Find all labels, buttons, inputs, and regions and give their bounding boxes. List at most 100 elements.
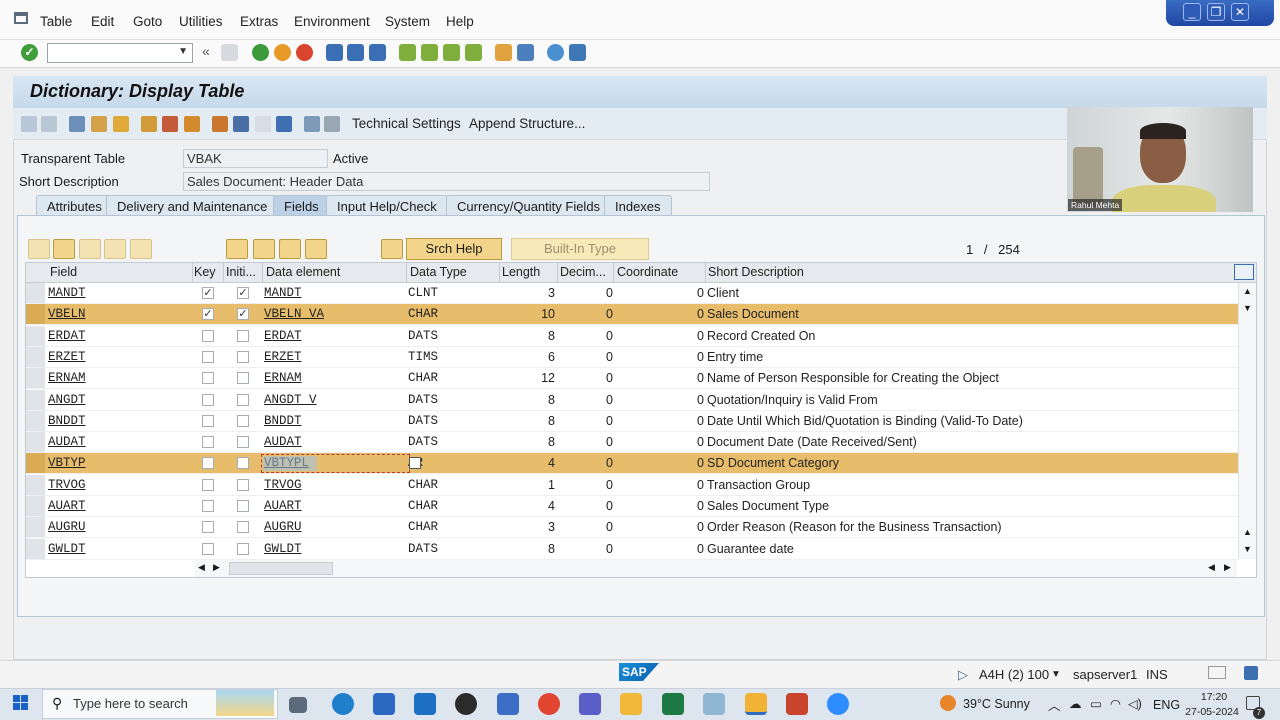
value-help-icon[interactable]: [409, 457, 421, 470]
tab-delivery-and-maintenance[interactable]: Delivery and Maintenance: [106, 195, 279, 216]
tab-currency-quantity-fields[interactable]: Currency/Quantity Fields: [446, 195, 612, 216]
first-page-icon[interactable]: [399, 44, 416, 61]
key-checkbox[interactable]: [202, 329, 214, 342]
length-cell[interactable]: 4: [500, 456, 555, 470]
length-cell[interactable]: 8: [500, 393, 555, 407]
col-data-type[interactable]: Data Type: [410, 265, 467, 279]
coordinate-cell[interactable]: 0: [614, 329, 704, 343]
field-name-cell[interactable]: TRVOG: [48, 478, 86, 492]
key-checkbox[interactable]: [202, 457, 214, 470]
horizontal-scroll-thumb[interactable]: [229, 562, 333, 575]
taskbar-search-placeholder[interactable]: Type here to search: [73, 696, 188, 711]
row-selector[interactable]: [26, 389, 45, 410]
status-expand-icon[interactable]: ▷: [958, 667, 968, 683]
decimals-cell[interactable]: 0: [558, 520, 613, 534]
length-cell[interactable]: 4: [500, 499, 555, 513]
restore-button[interactable]: ❐: [1207, 3, 1225, 21]
edge-icon[interactable]: [332, 693, 354, 715]
decimals-cell[interactable]: 0: [558, 456, 613, 470]
row-selector[interactable]: [26, 368, 45, 389]
data-type-cell[interactable]: CHAR: [408, 307, 438, 321]
initial-values-checkbox[interactable]: [237, 478, 249, 491]
key-checkbox[interactable]: [202, 350, 214, 363]
system-dropdown-icon[interactable]: ▼: [1051, 669, 1061, 680]
coordinate-cell[interactable]: 0: [614, 414, 704, 428]
previous-page-icon[interactable]: [421, 44, 438, 61]
initial-values-checkbox[interactable]: [237, 436, 249, 449]
col-decimals[interactable]: Decim...: [560, 265, 606, 279]
data-type-cell[interactable]: DATS: [408, 414, 438, 428]
row-selector[interactable]: [26, 325, 45, 346]
initial-values-checkbox[interactable]: [237, 372, 249, 385]
coordinate-cell[interactable]: 0: [614, 371, 704, 385]
sap-logon-icon[interactable]: [745, 693, 767, 715]
length-cell[interactable]: 3: [500, 286, 555, 300]
table-contents-icon[interactable]: [324, 116, 340, 132]
forward-arrow-icon[interactable]: [41, 116, 57, 132]
coordinate-cell[interactable]: 0: [614, 542, 704, 556]
insert-mode[interactable]: INS: [1146, 667, 1168, 682]
chevron-down-icon[interactable]: ▼: [178, 46, 188, 57]
field-name-cell[interactable]: ERDAT: [48, 329, 86, 343]
coordinate-cell[interactable]: 0: [614, 350, 704, 364]
data-element-cell[interactable]: TRVOG: [264, 478, 302, 492]
cut-icon[interactable]: [28, 239, 50, 259]
menu-edit[interactable]: Edit: [91, 14, 114, 29]
decimals-cell[interactable]: 0: [558, 371, 613, 385]
app-icon[interactable]: [497, 693, 519, 715]
data-type-cell[interactable]: DATS: [408, 542, 438, 556]
initial-values-checkbox[interactable]: [237, 350, 249, 363]
data-type-cell[interactable]: DATS: [408, 329, 438, 343]
weather-text[interactable]: 39°C Sunny: [963, 697, 1030, 711]
coordinate-cell[interactable]: 0: [614, 286, 704, 300]
table-row[interactable]: BNDDT BNDDT DATS 8 0 0 Date Until Which Bid/Qu…: [26, 410, 1238, 432]
info-icon[interactable]: [276, 116, 292, 132]
row-selector[interactable]: [26, 474, 45, 495]
key-checkbox[interactable]: [202, 521, 214, 534]
col-short-description[interactable]: Short Description: [708, 265, 804, 279]
length-cell[interactable]: 6: [500, 350, 555, 364]
volume-icon[interactable]: ◁): [1128, 696, 1142, 711]
short-description-field[interactable]: Sales Document: Header Data: [183, 172, 710, 191]
collapse-icon-table[interactable]: [305, 239, 327, 259]
scroll-right-icon[interactable]: ▶: [213, 562, 220, 573]
row-selector[interactable]: [26, 538, 45, 559]
page-up-icon[interactable]: ▲: [1243, 527, 1252, 537]
table-row[interactable]: TRVOG TRVOG CHAR 1 0 0 Transaction Group: [26, 474, 1238, 496]
field-name-cell[interactable]: VBTYP: [48, 456, 86, 470]
decimals-cell[interactable]: 0: [558, 542, 613, 556]
initial-values-checkbox[interactable]: [237, 393, 249, 406]
file-explorer-icon[interactable]: [620, 693, 642, 715]
data-type-cell[interactable]: TIMS: [408, 350, 438, 364]
table-row[interactable]: ANGDT ANGDT_V DATS 8 0 0 Quotation/Inquiry is …: [26, 389, 1238, 411]
enter-check-icon[interactable]: ✓: [21, 44, 38, 61]
chrome-icon[interactable]: [538, 693, 560, 715]
clock-time[interactable]: 17:20: [1194, 691, 1234, 703]
key-checkbox[interactable]: [202, 393, 214, 406]
lock-icon[interactable]: [1244, 666, 1258, 680]
battery-icon[interactable]: ▭: [1090, 696, 1102, 711]
decimals-cell[interactable]: 0: [558, 414, 613, 428]
col-initial[interactable]: Initi...: [226, 265, 256, 279]
system-info[interactable]: A4H (2) 100: [979, 667, 1049, 682]
new-session-icon[interactable]: [495, 44, 512, 61]
data-type-cell[interactable]: CLNT: [408, 286, 438, 300]
table-row[interactable]: VBTYPVBTYPLAR400SD Document Category: [26, 453, 1238, 475]
coordinate-cell[interactable]: 0: [614, 393, 704, 407]
scroll-right-icon[interactable]: ▶: [1224, 562, 1231, 573]
key-checkbox[interactable]: [202, 414, 214, 427]
insert-row-icon[interactable]: [104, 239, 126, 259]
next-page-icon[interactable]: [443, 44, 460, 61]
technical-settings-button[interactable]: Technical Settings: [352, 116, 461, 131]
check-icon[interactable]: [113, 116, 129, 132]
paste-icon[interactable]: [79, 239, 101, 259]
menu-system[interactable]: System: [385, 14, 430, 29]
decimals-cell[interactable]: 0: [558, 435, 613, 449]
initial-values-checkbox[interactable]: [237, 521, 249, 534]
col-length[interactable]: Length: [502, 265, 540, 279]
length-cell[interactable]: 8: [500, 329, 555, 343]
append-structure-button[interactable]: Append Structure...: [469, 116, 585, 131]
predefined-type-icon[interactable]: [381, 239, 403, 259]
page-down-icon[interactable]: ▼: [1243, 303, 1252, 313]
windows-start-icon[interactable]: [13, 695, 29, 711]
